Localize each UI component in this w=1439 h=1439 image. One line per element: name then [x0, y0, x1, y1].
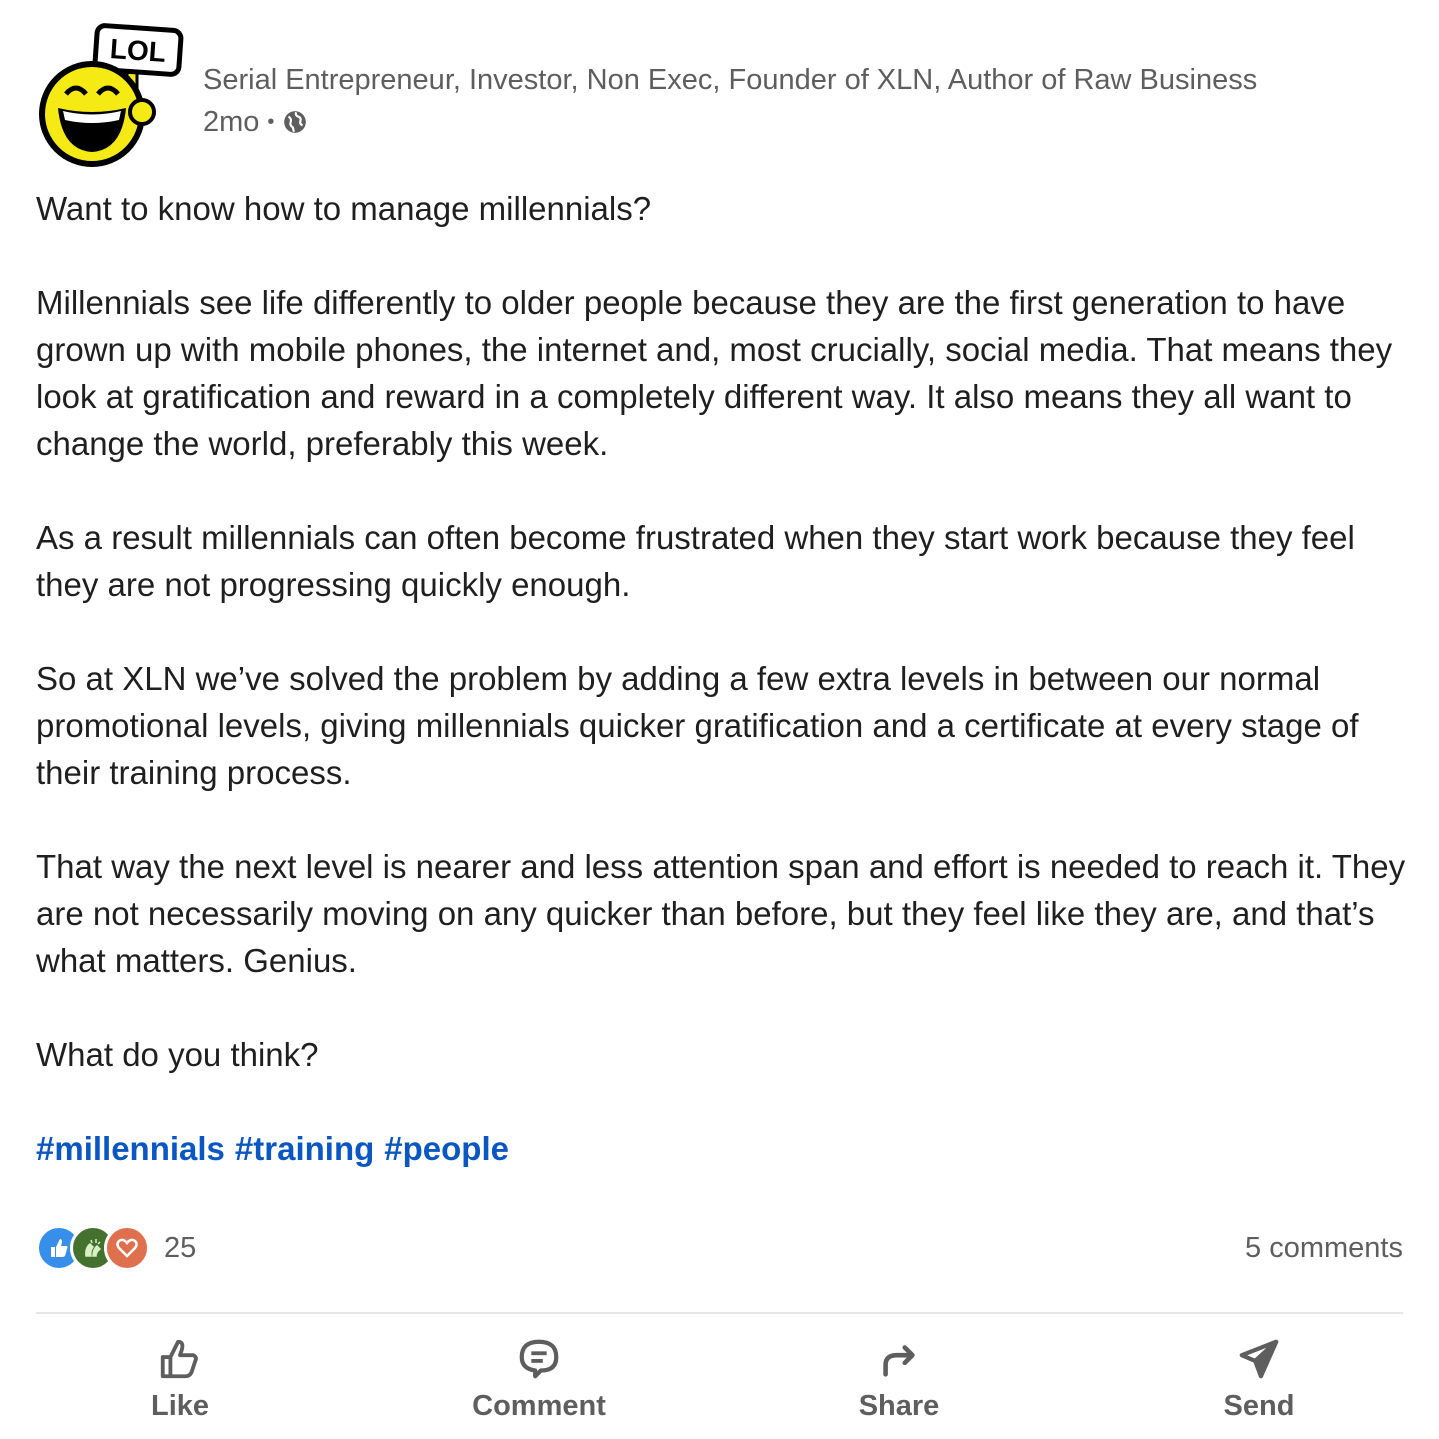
lol-face-avatar-icon: LOL — [39, 23, 184, 167]
post-paragraph: Want to know how to manage millennials? — [36, 190, 652, 227]
post-paragraph: What do you think? — [36, 1036, 319, 1073]
send-button[interactable]: Send — [1149, 1330, 1369, 1423]
avatar-sign-text: LOL — [109, 33, 167, 68]
post-paragraph: So at XLN we’ve solved the problem by ad… — [36, 660, 1359, 791]
share-label: Share — [858, 1390, 940, 1422]
post-paragraph: Millennials see life differently to olde… — [36, 284, 1393, 462]
comment-bubble-icon — [519, 1339, 559, 1379]
post-time: 2mo — [203, 106, 260, 138]
author-avatar[interactable]: LOL — [30, 22, 186, 168]
comments-count[interactable]: 5 comments — [1245, 1232, 1403, 1265]
reactions-summary[interactable] — [36, 1225, 150, 1271]
like-button[interactable]: Like — [70, 1330, 290, 1423]
post-header: Serial Entrepreneur, Investor, Non Exec,… — [203, 62, 1257, 140]
action-bar: Like Comment Share Send — [0, 1330, 1439, 1430]
post-paragraph: That way the next level is nearer and le… — [36, 848, 1406, 979]
share-arrow-icon — [883, 1345, 915, 1377]
meta-separator: • — [267, 111, 275, 133]
love-reaction-icon — [104, 1225, 150, 1271]
comment-label: Comment — [472, 1390, 606, 1422]
share-button[interactable]: Share — [789, 1330, 1009, 1423]
author-headline: Serial Entrepreneur, Investor, Non Exec,… — [203, 64, 1258, 96]
hashtag-link[interactable]: #millennials — [36, 1130, 225, 1167]
reaction-count[interactable]: 25 — [164, 1232, 196, 1265]
comment-button[interactable]: Comment — [429, 1330, 649, 1423]
paper-plane-icon — [1239, 1339, 1279, 1379]
hashtag-list: #millennials #training #people — [36, 1125, 1416, 1172]
post-body: Want to know how to manage millennials? … — [36, 185, 1416, 1219]
social-counts: 25 5 comments — [36, 1224, 1403, 1272]
hashtag-link[interactable]: #training — [235, 1130, 374, 1167]
divider — [36, 1312, 1403, 1314]
post-meta: 2mo • — [203, 104, 1257, 140]
send-label: Send — [1223, 1390, 1295, 1422]
globe-icon — [284, 111, 307, 133]
post-paragraph: As a result millennials can often become… — [36, 519, 1355, 603]
like-label: Like — [150, 1390, 210, 1422]
thumbs-up-icon — [160, 1339, 198, 1379]
hashtag-link[interactable]: #people — [384, 1130, 509, 1167]
